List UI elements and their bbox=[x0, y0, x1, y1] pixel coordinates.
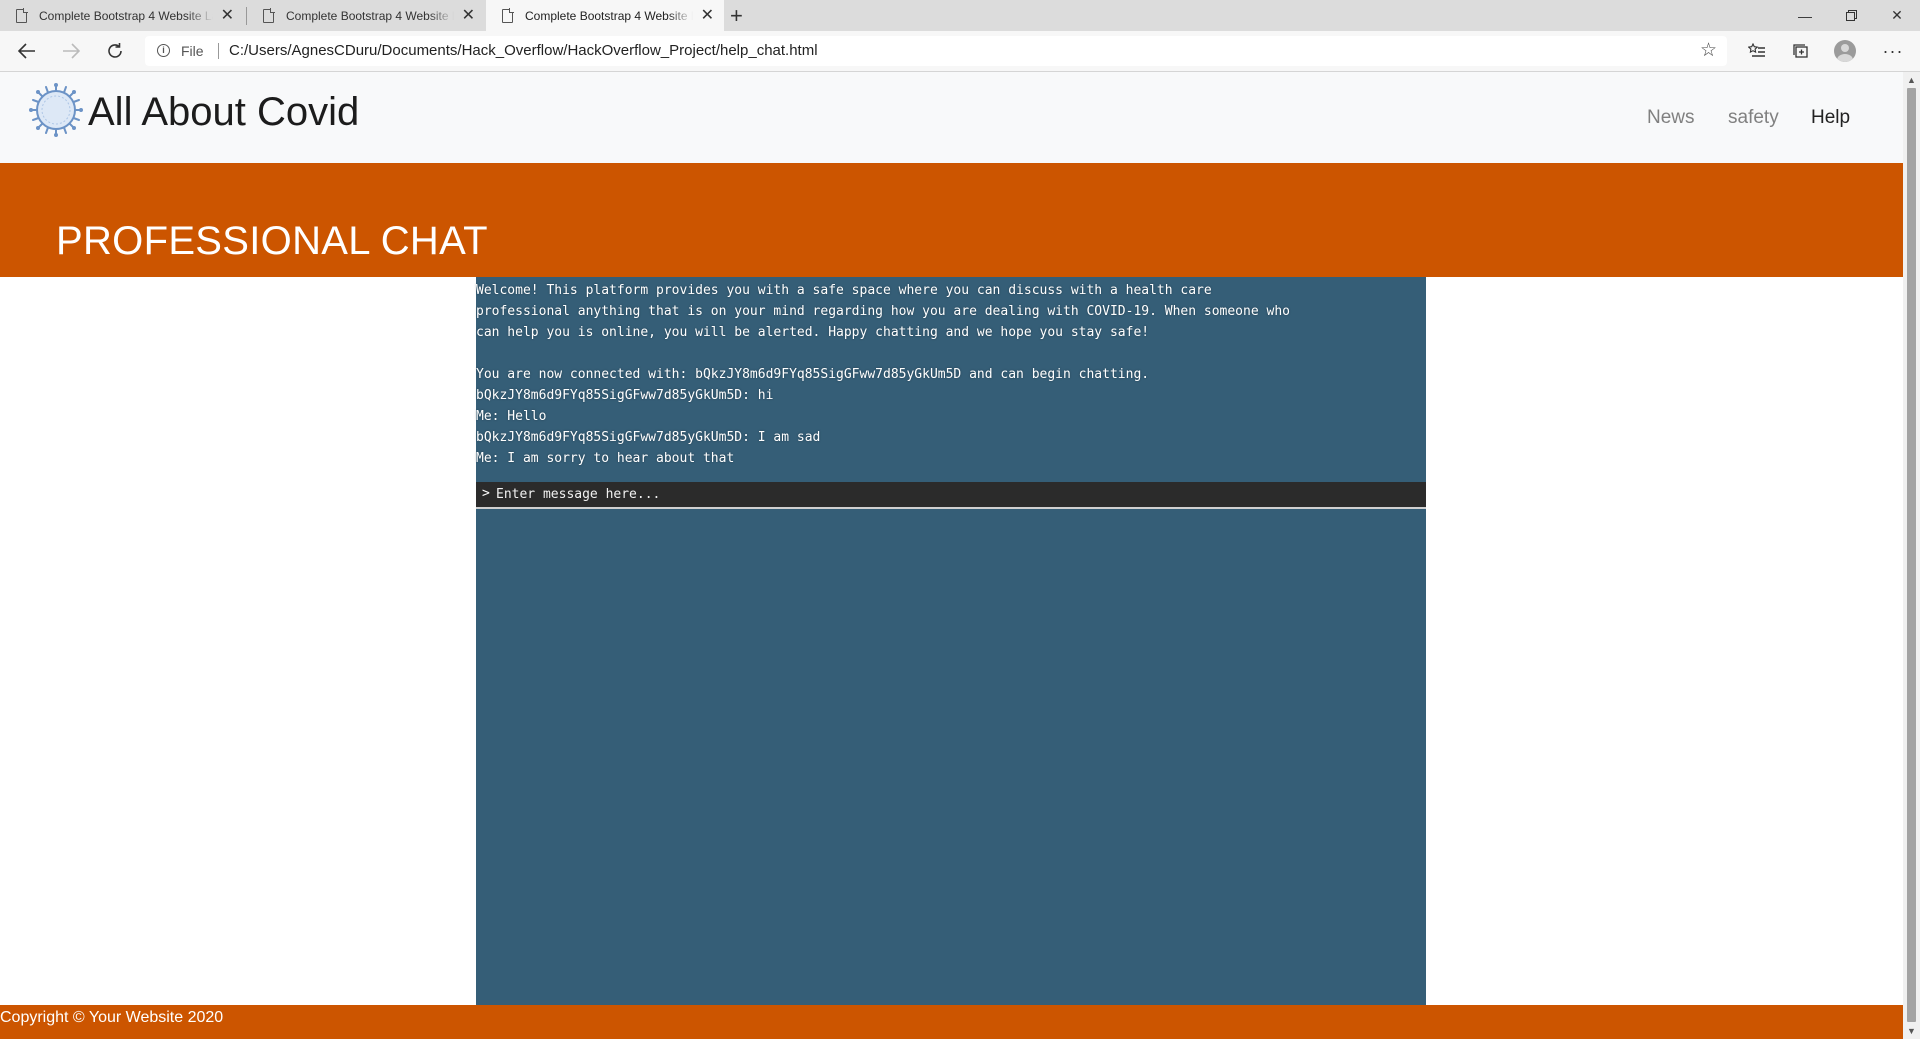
favorites-icon[interactable] bbox=[1744, 38, 1770, 64]
chat-panel: Welcome! This platform provides you with… bbox=[476, 277, 1426, 1039]
browser-tab-1[interactable]: Complete Bootstrap 4 Website Layout ✕ bbox=[0, 0, 244, 31]
chat-log: Welcome! This platform provides you with… bbox=[476, 280, 1306, 469]
page-viewport: All About Covid News safety Help PROFESS… bbox=[0, 72, 1903, 1039]
close-tab-icon[interactable]: ✕ bbox=[221, 7, 234, 24]
profile-icon[interactable] bbox=[1834, 40, 1856, 62]
nav-link-help[interactable]: Help bbox=[1811, 107, 1850, 129]
prompt-chevron-icon: > bbox=[482, 486, 490, 501]
url-text[interactable]: C:/Users/AgnesCDuru/Documents/Hack_Overf… bbox=[229, 42, 818, 59]
refresh-icon[interactable] bbox=[102, 39, 128, 63]
chat-message: You are now connected with: bQkzJY8m6d9F… bbox=[476, 367, 1150, 382]
browser-toolbar: i File C:/Users/AgnesCDuru/Documents/Hac… bbox=[0, 31, 1920, 72]
chat-spacer bbox=[476, 343, 1306, 364]
tab-title: Complete Bootstrap 4 Website Layout bbox=[39, 8, 213, 23]
scrollbar-thumb[interactable] bbox=[1907, 88, 1916, 1022]
chat-message: Me: I am sorry to hear about that bbox=[476, 451, 735, 466]
page-icon bbox=[263, 8, 275, 23]
more-icon[interactable]: ··· bbox=[1880, 38, 1906, 64]
address-divider bbox=[218, 43, 219, 59]
forward-icon[interactable] bbox=[58, 39, 84, 63]
chat-message: bQkzJY8m6d9FYq85SigGFww7d85yGkUm5D: hi bbox=[476, 388, 774, 403]
collections-icon[interactable] bbox=[1788, 38, 1814, 64]
info-icon[interactable]: i bbox=[157, 44, 170, 57]
chat-message: bQkzJY8m6d9FYq85SigGFww7d85yGkUm5D: I am… bbox=[476, 430, 821, 445]
address-bar[interactable]: i File C:/Users/AgnesCDuru/Documents/Hac… bbox=[145, 36, 1727, 66]
close-tab-icon[interactable]: ✕ bbox=[701, 7, 714, 24]
browser-tab-3-active[interactable]: Complete Bootstrap 4 Website Layout ✕ bbox=[486, 0, 724, 31]
nav-link-safety[interactable]: safety bbox=[1728, 107, 1779, 129]
tab-title: Complete Bootstrap 4 Website Layout bbox=[286, 8, 454, 23]
scheme-label: File bbox=[181, 43, 204, 59]
page-title: PROFESSIONAL CHAT bbox=[56, 219, 488, 263]
nav-link-news[interactable]: News bbox=[1647, 107, 1695, 129]
site-footer: Copyright © Your Website 2020 bbox=[0, 1005, 1903, 1039]
restore-icon[interactable] bbox=[1828, 0, 1874, 31]
back-icon[interactable] bbox=[14, 39, 40, 63]
browser-tab-strip: Complete Bootstrap 4 Website Layout ✕ Co… bbox=[0, 0, 1920, 31]
copyright-text: Copyright © Your Website 2020 bbox=[0, 1009, 224, 1026]
chat-message-input[interactable] bbox=[496, 484, 1396, 504]
scroll-up-arrow-icon[interactable]: ▲ bbox=[1907, 75, 1916, 85]
browser-tab-2[interactable]: Complete Bootstrap 4 Website Layout ✕ bbox=[247, 0, 485, 31]
site-navbar: All About Covid News safety Help bbox=[0, 72, 1903, 163]
brand-name[interactable]: All About Covid bbox=[88, 90, 359, 135]
plus-icon[interactable]: + bbox=[730, 3, 743, 29]
close-icon[interactable]: ✕ bbox=[1874, 0, 1920, 31]
page-icon bbox=[16, 8, 28, 23]
hero-banner: PROFESSIONAL CHAT bbox=[0, 163, 1903, 277]
chat-message: Me: Hello bbox=[476, 409, 547, 424]
close-tab-icon[interactable]: ✕ bbox=[462, 7, 475, 24]
star-icon[interactable]: ☆ bbox=[1700, 39, 1717, 62]
page-scrollbar[interactable]: ▲ ▼ bbox=[1903, 72, 1920, 1039]
chat-welcome-message: Welcome! This platform provides you with… bbox=[476, 283, 1298, 340]
tab-title: Complete Bootstrap 4 Website Layout bbox=[525, 8, 693, 23]
page-icon bbox=[502, 8, 514, 23]
scroll-down-arrow-icon[interactable]: ▼ bbox=[1907, 1026, 1916, 1036]
virus-logo-icon[interactable] bbox=[28, 82, 84, 138]
chat-input-row: > bbox=[476, 482, 1426, 509]
minimize-icon[interactable]: — bbox=[1782, 0, 1828, 31]
